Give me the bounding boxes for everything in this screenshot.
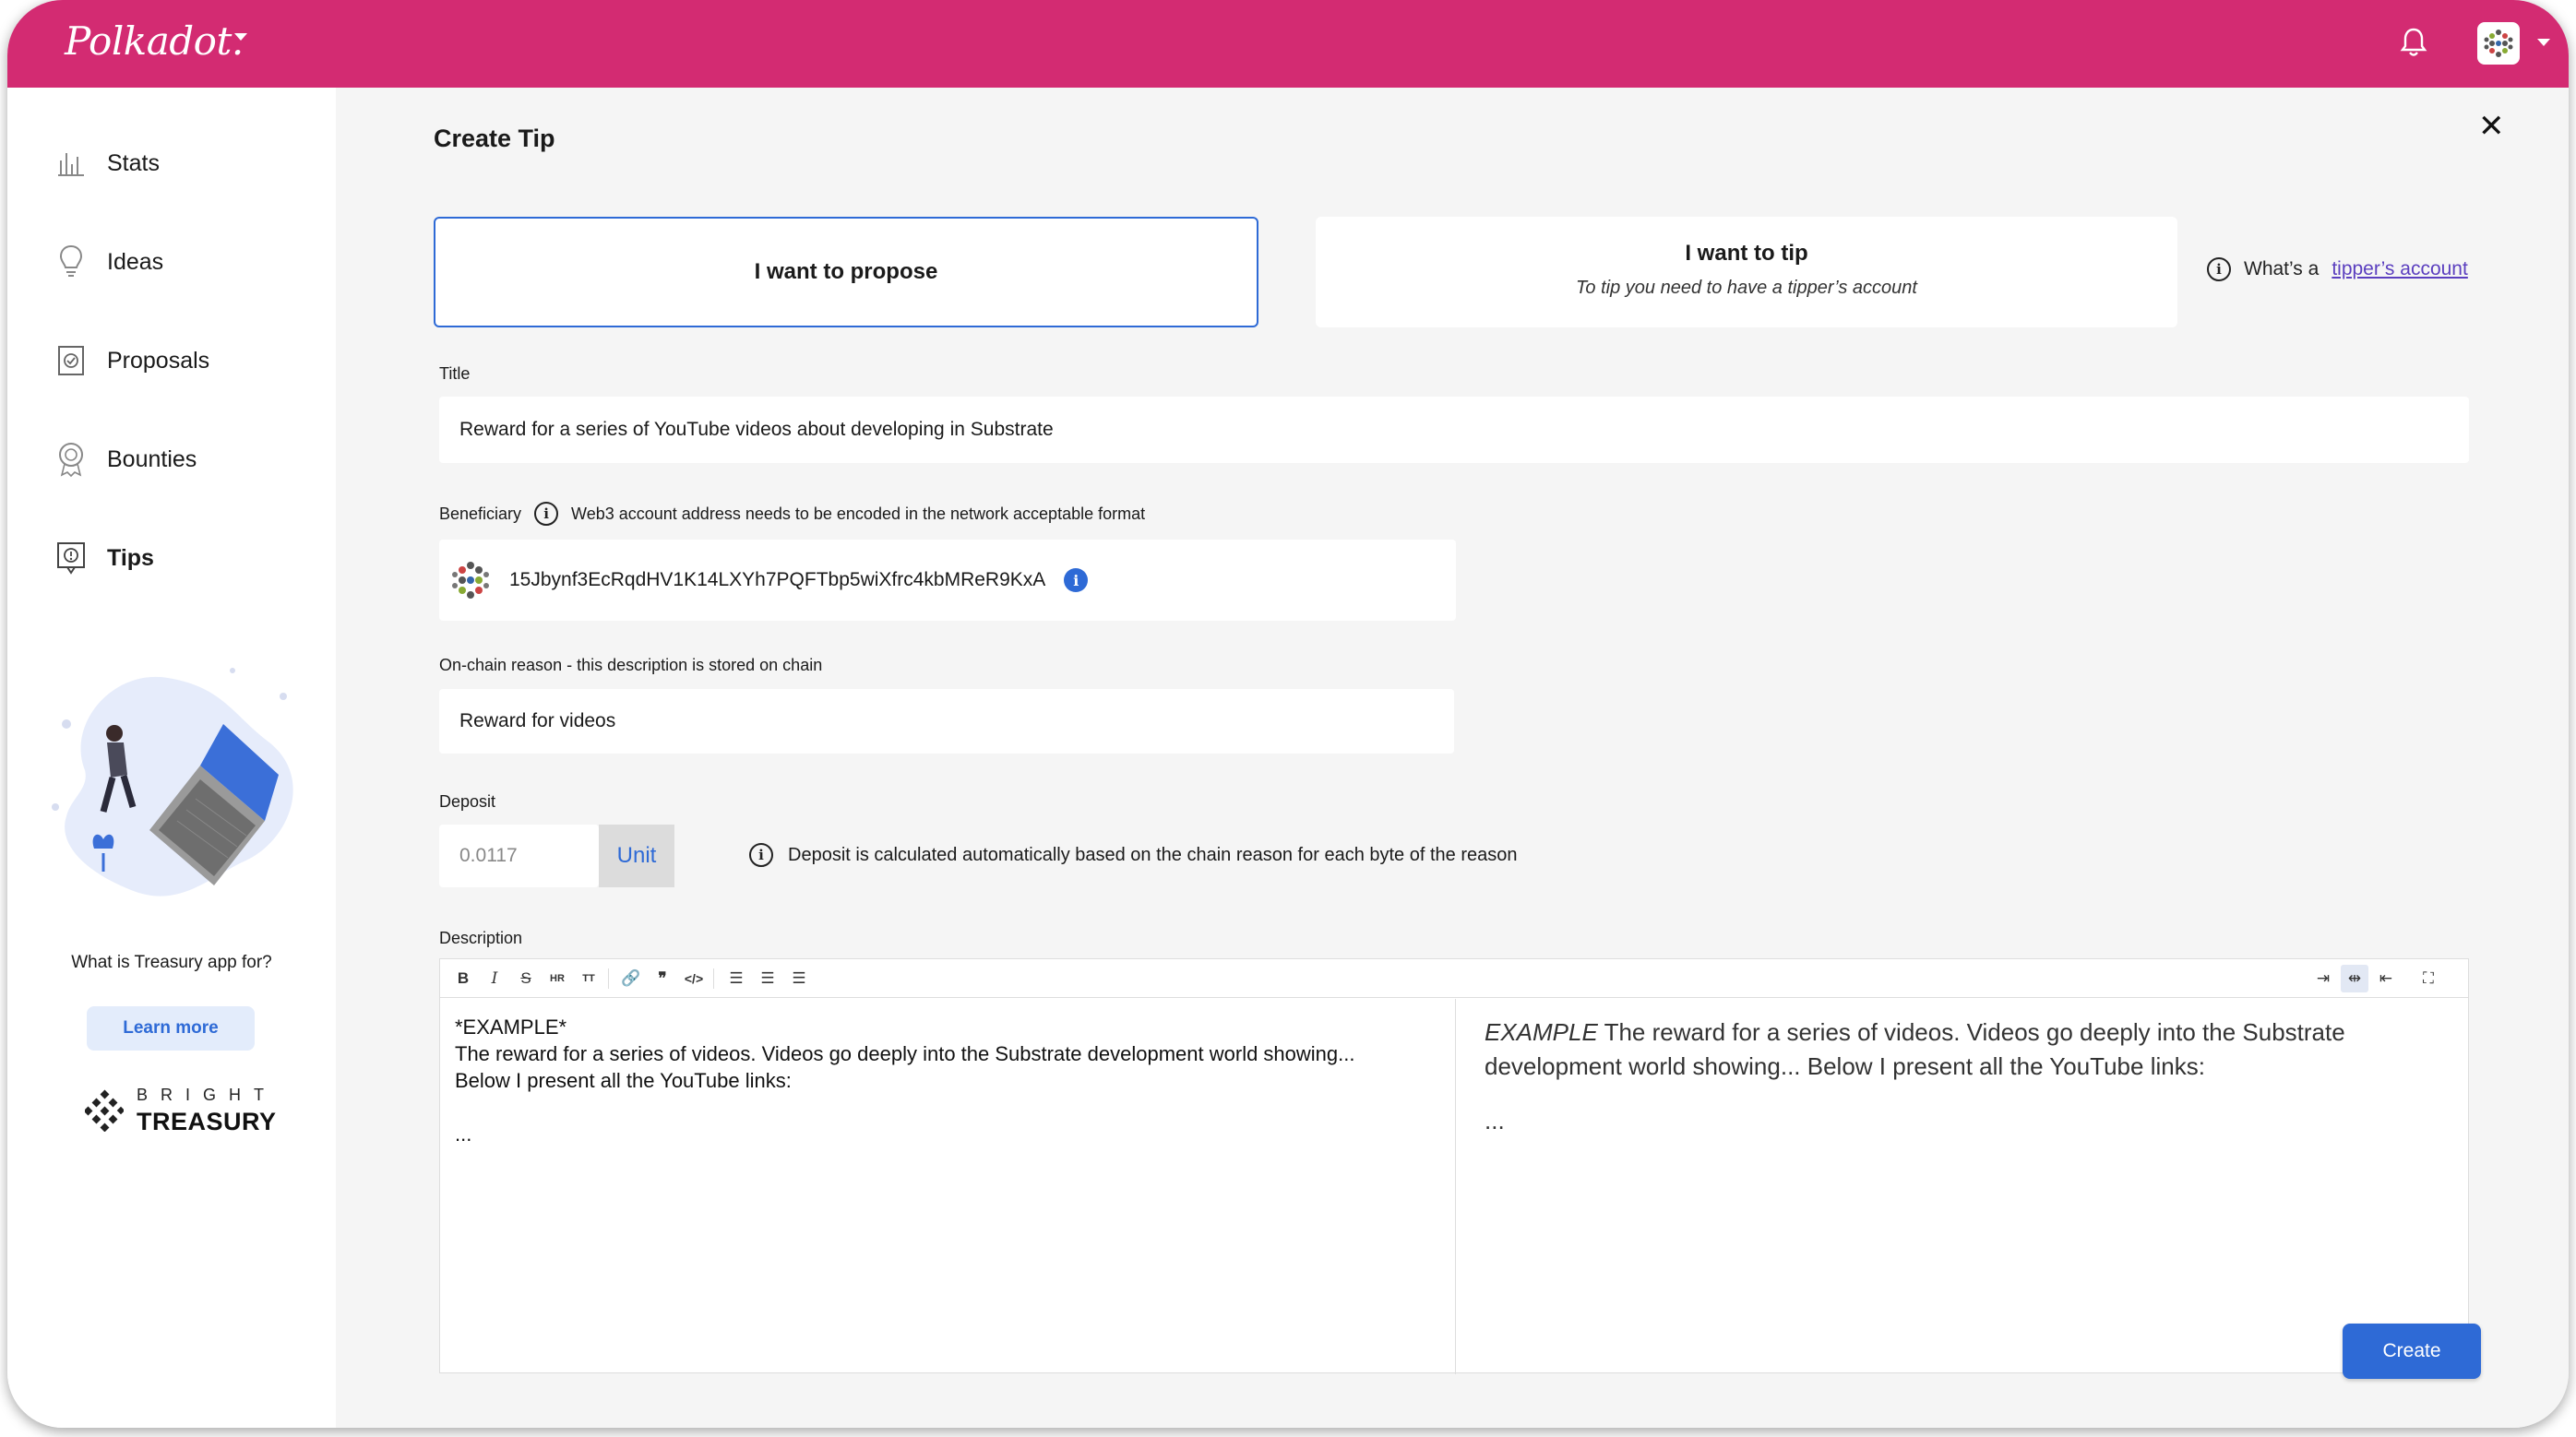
- brand-top-text: BRIGHT: [137, 1086, 278, 1104]
- account-avatar[interactable]: [2477, 22, 2520, 65]
- preview-text: The reward for a series of videos. Video…: [1485, 1018, 2345, 1080]
- learn-more-button[interactable]: Learn more: [87, 1006, 255, 1051]
- description-label: Description: [439, 929, 523, 947]
- info-prefix: What’s a: [2244, 258, 2320, 279]
- checklist-icon[interactable]: ☰: [785, 965, 813, 992]
- toolbar-divider: [713, 968, 714, 989]
- treasury-question: What is Treasury app for?: [71, 953, 272, 972]
- preview-emphasis: EXAMPLE: [1485, 1018, 1598, 1046]
- source-line: The reward for a series of videos. Video…: [455, 1042, 1355, 1065]
- sidebar-item-label: Bounties: [107, 445, 197, 472]
- beneficiary-label: Beneficiary: [439, 504, 522, 523]
- address-info-icon[interactable]: i: [1064, 568, 1089, 592]
- brand-bottom-text: TREASURY: [137, 1108, 277, 1135]
- beneficiary-address: 15Jbynf3EcRqdHV1K14LXYh7PQFTbp5wiXfrc4kb…: [509, 569, 1046, 590]
- sidebar: Stats Ideas Proposals Bounties Tips What…: [7, 88, 336, 1428]
- preview-mode-icon[interactable]: ⇤: [2372, 965, 2400, 992]
- source-blank-line: [455, 1094, 1440, 1121]
- deposit-hint: Deposit is calculated automatically base…: [788, 844, 1518, 865]
- sidebar-item-label: Tips: [107, 544, 154, 571]
- editor-preview-pane: EXAMPLE The reward for a series of video…: [1457, 999, 2470, 1374]
- source-line: Below I present all the YouTube links:: [455, 1069, 792, 1092]
- option-tip[interactable]: I want to tip To tip you need to have a …: [1316, 217, 2177, 327]
- title-label: Title: [439, 364, 471, 383]
- title-input[interactable]: Reward for a series of YouTube videos ab…: [439, 397, 2469, 463]
- italic-icon[interactable]: I: [481, 965, 508, 992]
- tips-icon: [55, 540, 87, 576]
- strikethrough-icon[interactable]: S: [512, 965, 540, 992]
- beneficiary-label-row: Beneficiary i Web3 account address needs…: [439, 502, 1145, 526]
- app-window: Polkadot. Stats Ideas Proposals Bounties…: [7, 0, 2569, 1428]
- deposit-label: Deposit: [439, 792, 496, 811]
- numbered-list-icon[interactable]: ☰: [754, 965, 781, 992]
- identicon-icon: [2484, 30, 2513, 57]
- toolbar-divider: [608, 968, 609, 989]
- option-propose-label: I want to propose: [754, 259, 938, 284]
- info-icon: i: [749, 843, 773, 867]
- preview-paragraph: EXAMPLE The reward for a series of video…: [1485, 1015, 2442, 1084]
- sidebar-item-stats[interactable]: Stats: [55, 137, 160, 189]
- reason-label: On-chain reason - this description is st…: [439, 656, 823, 674]
- main-content: ✕ Create Tip I want to propose I want to…: [336, 88, 2569, 1428]
- sidebar-item-label: Stats: [107, 149, 160, 176]
- link-icon[interactable]: 🔗: [617, 965, 645, 992]
- reason-input[interactable]: Reward for videos: [439, 689, 1454, 754]
- quote-icon[interactable]: ❞: [649, 965, 676, 992]
- top-bar: Polkadot.: [7, 0, 2569, 88]
- page-title: Create Tip: [434, 125, 555, 152]
- markdown-editor: B I S HR TT 🔗 ❞ </> ☰ ☰ ☰ ⇥ ⇹ ⇤ ⛶ *EXAMP…: [439, 958, 2470, 1374]
- option-propose[interactable]: I want to propose: [434, 217, 1258, 327]
- option-tip-subtitle: To tip you need to have a tipper’s accou…: [1576, 278, 1917, 298]
- sidebar-item-proposals[interactable]: Proposals: [55, 335, 209, 386]
- network-logo[interactable]: Polkadot.: [65, 18, 244, 64]
- proposal-icon: [55, 342, 87, 379]
- treasury-illustration: [52, 668, 293, 897]
- option-tip-label: I want to tip: [1685, 241, 1808, 266]
- sidebar-item-ideas[interactable]: Ideas: [55, 236, 163, 288]
- source-line: *EXAMPLE*: [455, 1015, 567, 1039]
- tipper-account-info: i What’s a tipper’s account: [2207, 257, 2468, 281]
- tipper-account-link[interactable]: tipper’s account: [2332, 258, 2467, 280]
- beneficiary-field[interactable]: 15Jbynf3EcRqdHV1K14LXYh7PQFTbp5wiXfrc4kb…: [439, 540, 1456, 621]
- source-line: ...: [455, 1122, 472, 1146]
- editor-source-pane[interactable]: *EXAMPLE* The reward for a series of vid…: [440, 999, 1456, 1374]
- info-icon: i: [534, 502, 559, 526]
- lightbulb-icon: [55, 243, 87, 280]
- deposit-hint-row: i Deposit is calculated automatically ba…: [749, 843, 1517, 867]
- horizontal-rule-icon[interactable]: HR: [543, 965, 571, 992]
- title-icon[interactable]: TT: [575, 965, 602, 992]
- bold-icon[interactable]: B: [449, 965, 477, 992]
- create-button[interactable]: Create: [2343, 1324, 2481, 1379]
- bright-treasury-logo: BRIGHT TREASURY: [79, 1084, 282, 1139]
- edit-mode-icon[interactable]: ⇥: [2309, 965, 2337, 992]
- preview-ellipsis: ...: [1485, 1107, 1505, 1134]
- split-mode-icon[interactable]: ⇹: [2341, 965, 2368, 992]
- info-icon: i: [2207, 257, 2231, 281]
- sidebar-item-bounties[interactable]: Bounties: [55, 433, 197, 485]
- account-caret-icon[interactable]: [2537, 39, 2550, 46]
- bounty-badge-icon: [55, 441, 87, 478]
- close-icon[interactable]: ✕: [2478, 108, 2505, 145]
- network-caret-icon[interactable]: [234, 33, 247, 41]
- deposit-unit-selector[interactable]: Unit: [599, 825, 674, 887]
- bullet-list-icon[interactable]: ☰: [722, 965, 750, 992]
- beneficiary-identicon-icon: [452, 562, 489, 599]
- fullscreen-icon[interactable]: ⛶: [2415, 965, 2442, 992]
- code-icon[interactable]: </>: [680, 965, 708, 992]
- sidebar-item-tips[interactable]: Tips: [55, 532, 154, 584]
- stats-icon: [55, 145, 87, 182]
- editor-toolbar: B I S HR TT 🔗 ❞ </> ☰ ☰ ☰ ⇥ ⇹ ⇤ ⛶: [440, 959, 2468, 998]
- sidebar-item-label: Ideas: [107, 248, 164, 275]
- bell-icon[interactable]: [2399, 26, 2428, 59]
- bright-treasury-logo-icon: [85, 1089, 124, 1132]
- beneficiary-hint: Web3 account address needs to be encoded…: [571, 504, 1146, 523]
- sidebar-item-label: Proposals: [107, 347, 210, 374]
- deposit-input[interactable]: 0.0117: [439, 825, 599, 887]
